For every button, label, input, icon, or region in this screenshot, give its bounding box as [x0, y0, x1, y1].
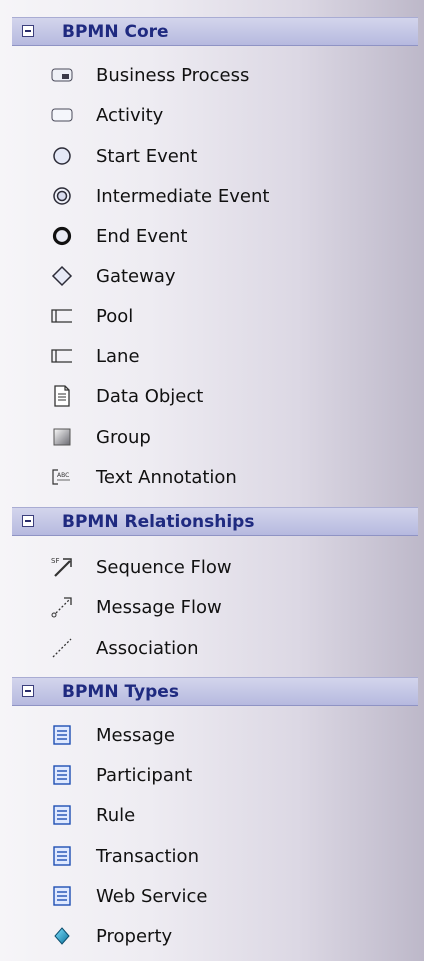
- item-label: Association: [96, 637, 199, 659]
- lane-icon: [50, 344, 74, 368]
- svg-text:ABC: ABC: [57, 472, 69, 479]
- collapse-toggle-icon[interactable]: [22, 25, 34, 37]
- message-type-icon: [50, 723, 74, 747]
- toolbox-item-lane[interactable]: Lane: [50, 342, 410, 370]
- item-label: Rule: [96, 804, 136, 826]
- toolbox-item-start-event[interactable]: Start Event: [50, 142, 410, 170]
- item-label: End Event: [96, 225, 188, 247]
- participant-type-icon: [50, 763, 74, 787]
- section-header-bpmn-core[interactable]: BPMN Core: [12, 17, 418, 46]
- pool-icon: [50, 304, 74, 328]
- toolbox-item-gateway[interactable]: Gateway: [50, 262, 410, 290]
- toolbox-item-property[interactable]: Property: [50, 922, 410, 950]
- item-label: Data Object: [96, 385, 204, 407]
- section-title: BPMN Relationships: [62, 512, 255, 532]
- item-label: Group: [96, 426, 151, 448]
- item-label: Transaction: [96, 845, 199, 867]
- item-label: Message: [96, 724, 175, 746]
- toolbox-item-data-object[interactable]: Data Object: [50, 382, 410, 410]
- toolbox-item-business-process[interactable]: Business Process: [50, 61, 410, 89]
- gateway-icon: [50, 264, 74, 288]
- toolbox-item-text-annotation[interactable]: ABC Text Annotation: [50, 463, 410, 491]
- toolbox-item-association[interactable]: Association: [50, 634, 410, 662]
- section-title: BPMN Core: [62, 22, 169, 42]
- item-label: Message Flow: [96, 596, 222, 618]
- toolbox-item-end-event[interactable]: End Event: [50, 222, 410, 250]
- svg-text:SF: SF: [51, 557, 59, 565]
- toolbox-item-pool[interactable]: Pool: [50, 302, 410, 330]
- toolbox-item-group[interactable]: Group: [50, 423, 410, 451]
- association-icon: [50, 636, 74, 660]
- web-service-type-icon: [50, 884, 74, 908]
- toolbox-panel: BPMN Core Business Process Activity Star…: [0, 0, 424, 961]
- property-icon: [50, 924, 74, 948]
- item-label: Text Annotation: [96, 466, 237, 488]
- toolbox-item-intermediate-event[interactable]: Intermediate Event: [50, 182, 410, 210]
- group-icon: [50, 425, 74, 449]
- text-annotation-icon: ABC: [50, 465, 74, 489]
- activity-icon: [50, 103, 74, 127]
- item-label: Web Service: [96, 885, 208, 907]
- item-label: Pool: [96, 305, 134, 327]
- collapse-toggle-icon[interactable]: [22, 515, 34, 527]
- toolbox-item-rule[interactable]: Rule: [50, 801, 410, 829]
- item-label: Property: [96, 925, 173, 947]
- section-header-bpmn-types[interactable]: BPMN Types: [12, 677, 418, 706]
- business-process-icon: [50, 63, 74, 87]
- start-event-icon: [50, 144, 74, 168]
- sequence-flow-icon: SF: [50, 555, 74, 579]
- item-label: Intermediate Event: [96, 185, 270, 207]
- toolbox-item-participant[interactable]: Participant: [50, 761, 410, 789]
- item-label: Gateway: [96, 265, 176, 287]
- toolbox-item-activity[interactable]: Activity: [50, 101, 410, 129]
- section-header-bpmn-relationships[interactable]: BPMN Relationships: [12, 507, 418, 536]
- item-label: Activity: [96, 104, 164, 126]
- item-label: Participant: [96, 764, 193, 786]
- message-flow-icon: [50, 595, 74, 619]
- item-label: Sequence Flow: [96, 556, 232, 578]
- toolbox-item-sequence-flow[interactable]: SF Sequence Flow: [50, 553, 410, 581]
- rule-type-icon: [50, 803, 74, 827]
- intermediate-event-icon: [50, 184, 74, 208]
- end-event-icon: [50, 224, 74, 248]
- section-title: BPMN Types: [62, 682, 179, 702]
- item-label: Start Event: [96, 145, 198, 167]
- toolbox-item-web-service[interactable]: Web Service: [50, 882, 410, 910]
- collapse-toggle-icon[interactable]: [22, 685, 34, 697]
- data-object-icon: [50, 384, 74, 408]
- item-label: Business Process: [96, 64, 250, 86]
- toolbox-item-message-flow[interactable]: Message Flow: [50, 593, 410, 621]
- toolbox-item-transaction[interactable]: Transaction: [50, 842, 410, 870]
- item-label: Lane: [96, 345, 140, 367]
- transaction-type-icon: [50, 844, 74, 868]
- toolbox-item-message[interactable]: Message: [50, 721, 410, 749]
